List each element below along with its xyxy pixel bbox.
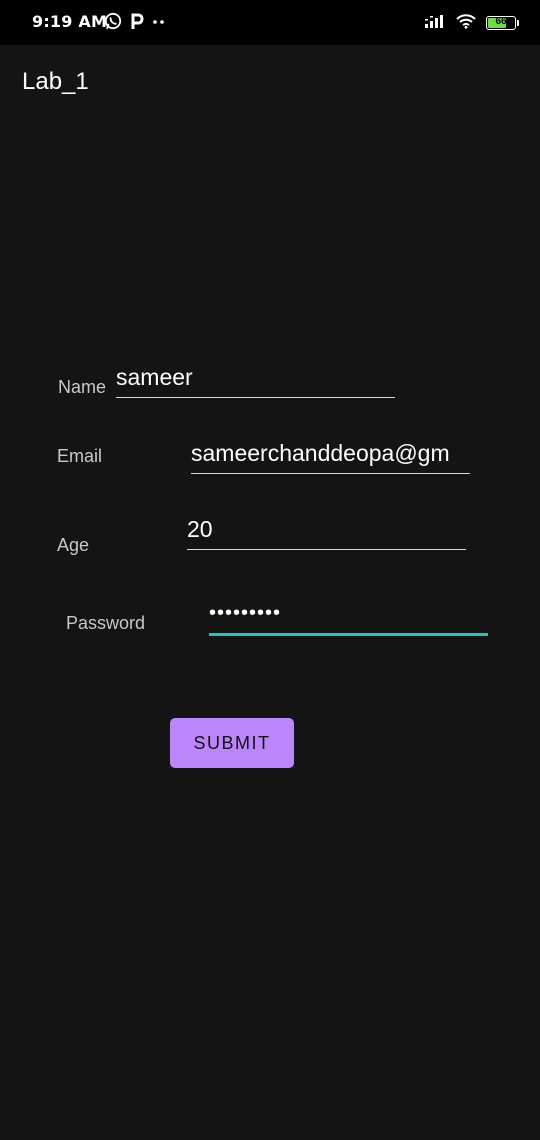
password-field[interactable]: ••••••••• <box>209 598 488 636</box>
signal-icon <box>424 13 446 33</box>
system-icons: 66 <box>424 13 519 33</box>
submit-button[interactable]: SUBMIT <box>170 718 294 768</box>
p-app-icon <box>130 12 144 34</box>
email-value: sameerchanddeopa@gm <box>191 440 450 466</box>
battery-level: 66 <box>495 16 507 27</box>
more-notifications-icon <box>152 12 166 34</box>
password-value: ••••••••• <box>209 602 282 624</box>
wifi-icon <box>455 13 477 33</box>
age-label: Age <box>57 535 90 555</box>
name-label: Name <box>58 377 107 397</box>
email-label: Email <box>57 446 103 466</box>
password-label: Password <box>66 613 146 633</box>
email-field[interactable]: sameerchanddeopa@gm <box>191 438 470 474</box>
status-time: 9:19 AM <box>32 12 108 31</box>
whatsapp-icon <box>104 12 122 34</box>
age-field[interactable]: 20 <box>187 514 466 550</box>
age-value: 20 <box>187 516 213 542</box>
notification-icons <box>104 12 166 34</box>
app-screen: 9:19 AM 66 Lab_1 Name sameer Email samee… <box>0 0 540 1140</box>
status-bar: 9:19 AM 66 <box>0 0 540 45</box>
battery-icon: 66 <box>486 16 519 30</box>
name-value: sameer <box>116 364 193 390</box>
name-field[interactable]: sameer <box>116 362 395 398</box>
app-title: Lab_1 <box>22 68 89 95</box>
